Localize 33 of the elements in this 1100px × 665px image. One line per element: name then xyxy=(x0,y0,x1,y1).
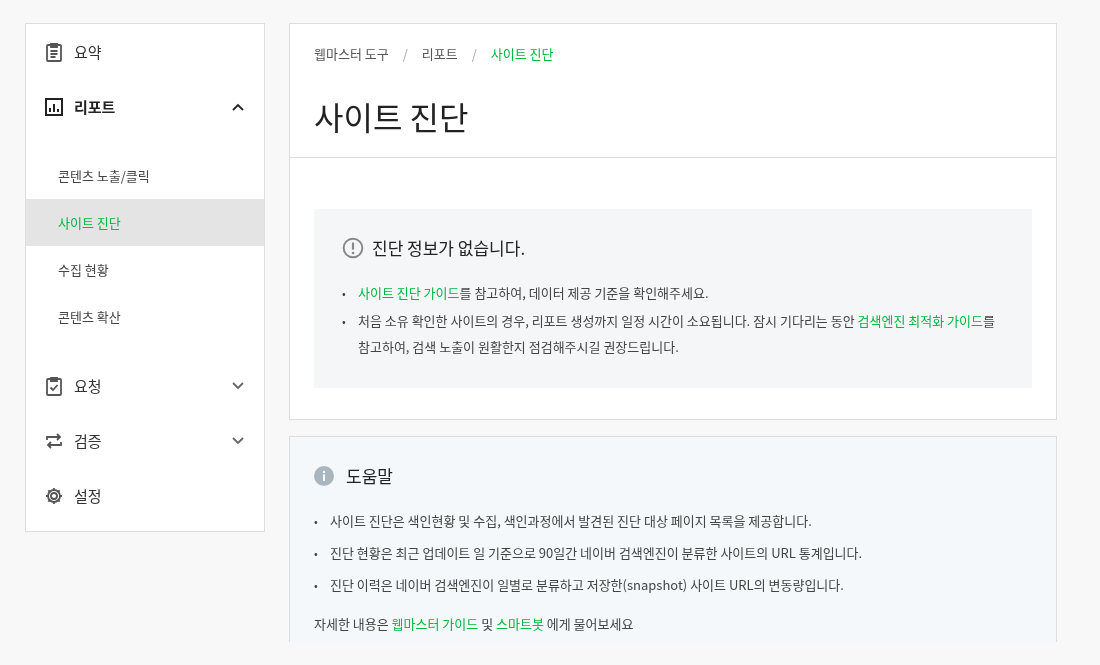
help-text: 사이트 진단은 색인현황 및 수집, 색인과정에서 발견된 진단 대상 페이지 목록을 제공합니다. xyxy=(330,510,813,532)
notice-title: 진단 정보가 없습니다. xyxy=(372,235,526,260)
exclamation-icon xyxy=(342,236,364,259)
notice-text: 사이트 진단 가이드를 참고하여, 데이터 제공 기준을 확인해주세요. xyxy=(358,282,710,304)
sidebar-item[interactable]: 요약 xyxy=(26,24,264,79)
swap-arrows-icon xyxy=(44,430,64,451)
sidebar-subitem[interactable]: 콘텐츠 노출/클릭 xyxy=(26,152,264,199)
help-footer-text: 자세한 내용은 웹마스터 가이드 및 스마트봇 에게 물어보세요 xyxy=(314,614,635,633)
help-text: 진단 현황은 최근 업데이트 일 기준으로 90일간 네이버 검색엔진이 분류한 사이트의 URL 통계입니다. xyxy=(330,542,864,564)
info-icon xyxy=(314,465,334,486)
notice-text: 처음 소유 확인한 사이트의 경우, 리포트 생성까지 일정 시간이 소요됩니다. 잠시 기다리는 동안 검색엔진 최적화 가이드를 참고하여, 검색 노출이 원활한지 점검해주시길 권장드립니다. xyxy=(358,310,996,358)
bullet: • xyxy=(342,312,347,331)
bar-chart-icon xyxy=(44,96,64,117)
help-text: 진단 이력은 네이버 검색엔진이 일별로 분류하고 저장한(snapshot) 사이트 URL의 변동량입니다. xyxy=(330,574,845,596)
bullet: • xyxy=(314,576,319,595)
sidebar-subitem[interactable]: 콘텐츠 확산 xyxy=(26,293,264,340)
breadcrumb-separator: / xyxy=(402,44,408,63)
bullet: • xyxy=(342,284,347,303)
gear-icon xyxy=(44,485,64,506)
bullet: • xyxy=(314,544,319,563)
breadcrumb-separator: / xyxy=(471,44,477,63)
clipboard-icon xyxy=(44,41,64,62)
sidebar-item[interactable]: 설정 xyxy=(26,468,264,523)
breadcrumb-link[interactable]: 리포트 xyxy=(421,44,458,63)
help-title: 도움말 xyxy=(346,463,393,488)
page-title: 사이트 진단 xyxy=(314,93,470,139)
sidebar-item[interactable]: 리포트 xyxy=(26,79,264,134)
breadcrumb-link[interactable]: 웹마스터 도구 xyxy=(314,44,389,63)
clipboard-check-icon xyxy=(44,375,64,396)
sidebar-item[interactable]: 요청 xyxy=(26,358,264,413)
bullet: • xyxy=(314,512,319,531)
sidebar-subitem[interactable]: 수집 현황 xyxy=(26,246,264,293)
sidebar-item[interactable]: 검증 xyxy=(26,413,264,468)
